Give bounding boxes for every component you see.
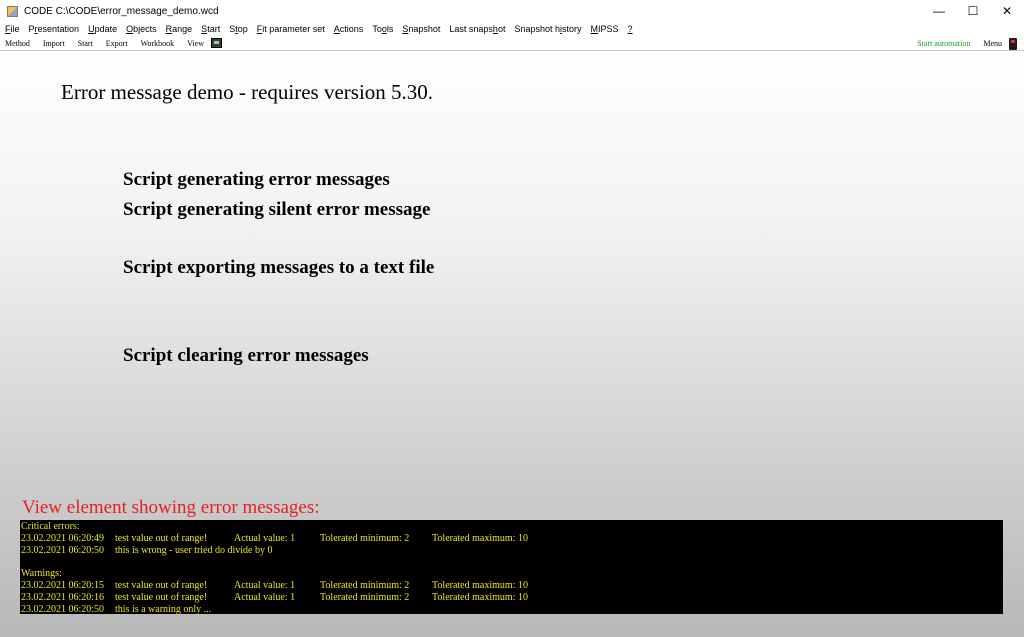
tolerated-maximum: Tolerated maximum: 10 bbox=[432, 591, 528, 603]
menu-label-part: IPSS bbox=[598, 24, 619, 34]
critical-errors-heading: Critical errors: bbox=[21, 521, 80, 532]
message-text: test value out of range! bbox=[115, 579, 208, 591]
menu-snapshot-history[interactable]: Snapshot history bbox=[514, 24, 581, 34]
actual-value: Actual value: 1 bbox=[234, 579, 296, 591]
menu-stop[interactable]: Stop bbox=[229, 24, 248, 34]
toolbar-workbook[interactable]: Workbook bbox=[141, 39, 175, 48]
tolerated-minimum: Tolerated minimum: 2 bbox=[320, 579, 410, 591]
menu-label-part: ange bbox=[172, 24, 193, 34]
menu-label-part: Last snaps bbox=[449, 24, 493, 34]
toolbar-import[interactable]: Import bbox=[43, 39, 65, 48]
toolbar-method[interactable]: Method bbox=[5, 39, 30, 48]
menu-label-part: ctions bbox=[339, 24, 364, 34]
menu-label-part: Snapshot h bbox=[514, 24, 560, 34]
script-clearing-error-messages[interactable]: Script clearing error messages bbox=[123, 345, 369, 367]
toolbar: Method Import Start Export Workbook View… bbox=[0, 36, 1024, 51]
menu-label-part: story bbox=[562, 24, 582, 34]
tolerated-minimum: Tolerated minimum: 2 bbox=[320, 532, 410, 544]
message-timestamp: 23.02.2021 06:20:50 bbox=[21, 603, 105, 615]
menu-accelerator-key: ? bbox=[627, 24, 633, 34]
toolbar-right: Start automation Menu bbox=[917, 36, 1017, 51]
app-icon bbox=[7, 5, 18, 17]
menu-last-snapshot[interactable]: Last snapshot bbox=[449, 24, 505, 34]
message-text: test value out of range! bbox=[115, 532, 208, 544]
page-title: Error message demo - requires version 5.… bbox=[61, 80, 434, 104]
message-timestamp: 23.02.2021 06:20:49 bbox=[21, 532, 105, 544]
script-generating-error-messages[interactable]: Script generating error messages bbox=[123, 169, 390, 191]
error-message-panel[interactable]: Critical errors: 23.02.2021 06:20:49 test… bbox=[20, 520, 1003, 615]
toolbar-view[interactable]: View bbox=[187, 39, 204, 48]
message-row: 23.02.2021 06:20:50 this is wrong - user … bbox=[21, 545, 1003, 557]
tolerated-minimum: Tolerated minimum: 2 bbox=[320, 591, 410, 603]
message-text: test value out of range! bbox=[115, 591, 208, 603]
menu-label-part: ile bbox=[10, 24, 20, 34]
menu-snapshot[interactable]: Snapshot bbox=[402, 24, 440, 34]
window-title: CODE C:\CODE\error_message_demo.wcd bbox=[24, 5, 219, 17]
actual-value: Actual value: 1 bbox=[234, 591, 296, 603]
workspace: Error message demo - requires version 5.… bbox=[0, 52, 1024, 637]
menu-tools[interactable]: Tools bbox=[372, 24, 393, 34]
menu-range[interactable]: Range bbox=[166, 24, 193, 34]
menu-mipss[interactable]: MIPSS bbox=[591, 24, 619, 34]
menu-label-part: To bbox=[372, 24, 382, 34]
message-row: 23.02.2021 06:20:15 test value out of ran… bbox=[21, 580, 1003, 592]
title-bar: CODE C:\CODE\error_message_demo.wcd — ☐ … bbox=[0, 0, 1024, 22]
message-row: 23.02.2021 06:20:16 test value out of ran… bbox=[21, 592, 1003, 604]
actual-value: Actual value: 1 bbox=[234, 532, 296, 544]
start-automation-button[interactable]: Start automation bbox=[917, 39, 970, 48]
toolbar-start[interactable]: Start bbox=[78, 39, 93, 48]
message-timestamp: 23.02.2021 06:20:50 bbox=[21, 544, 105, 556]
menu-help[interactable]: ? bbox=[628, 24, 633, 34]
message-row: 23.02.2021 06:20:49 test value out of ran… bbox=[21, 533, 1003, 545]
script-generating-silent-error-message[interactable]: Script generating silent error message bbox=[123, 199, 430, 221]
tolerated-maximum: Tolerated maximum: 10 bbox=[432, 579, 528, 591]
menu-accelerator-key: M bbox=[590, 24, 599, 34]
menu-label-part: esentation bbox=[37, 24, 80, 34]
menu-objects[interactable]: Objects bbox=[126, 24, 157, 34]
menu-label-part: ot bbox=[497, 24, 506, 34]
menu-start[interactable]: Start bbox=[201, 24, 220, 34]
menu-fit-parameter-set[interactable]: Fit parameter set bbox=[257, 24, 325, 34]
critical-errors-list: 23.02.2021 06:20:49 test value out of ran… bbox=[21, 533, 1003, 557]
device-icon[interactable] bbox=[1009, 37, 1017, 50]
warnings-heading: Warnings: bbox=[21, 568, 62, 580]
message-text: this is wrong - user tried do divide by … bbox=[115, 544, 273, 556]
menu-button[interactable]: Menu bbox=[983, 39, 1002, 48]
minimize-button[interactable]: — bbox=[922, 0, 956, 22]
monitor-icon[interactable] bbox=[211, 38, 222, 48]
menu-label-part: op bbox=[237, 24, 248, 34]
view-element-label: View element showing error messages: bbox=[22, 497, 320, 518]
message-row: 23.02.2021 06:20:50 this is a warning onl… bbox=[21, 604, 1003, 616]
menu-presentation[interactable]: Presentation bbox=[29, 24, 80, 34]
menu-label-part: bjects bbox=[133, 24, 157, 34]
menu-label-part: napshot bbox=[408, 24, 441, 34]
menu-label-part: it parameter set bbox=[262, 24, 325, 34]
menu-actions[interactable]: Actions bbox=[334, 24, 364, 34]
toolbar-export[interactable]: Export bbox=[106, 39, 128, 48]
close-button[interactable]: ✕ bbox=[990, 0, 1024, 22]
warnings-list: 23.02.2021 06:20:15 test value out of ran… bbox=[21, 580, 1003, 615]
menu-bar: File Presentation Update Objects Range Start S… bbox=[0, 22, 1024, 36]
menu-label-part: pdate bbox=[94, 24, 118, 34]
script-exporting-messages[interactable]: Script exporting messages to a text file bbox=[123, 257, 434, 279]
message-timestamp: 23.02.2021 06:20:15 bbox=[21, 579, 105, 591]
tolerated-maximum: Tolerated maximum: 10 bbox=[432, 532, 528, 544]
menu-update[interactable]: Update bbox=[88, 24, 117, 34]
message-text: this is a warning only ... bbox=[115, 603, 212, 615]
menu-file[interactable]: File bbox=[5, 24, 20, 34]
window-controls: — ☐ ✕ bbox=[922, 0, 1024, 22]
message-timestamp: 23.02.2021 06:20:16 bbox=[21, 591, 105, 603]
menu-label-part: ls bbox=[386, 24, 394, 34]
menu-label-part: tart bbox=[207, 24, 221, 34]
maximize-button[interactable]: ☐ bbox=[956, 0, 990, 22]
